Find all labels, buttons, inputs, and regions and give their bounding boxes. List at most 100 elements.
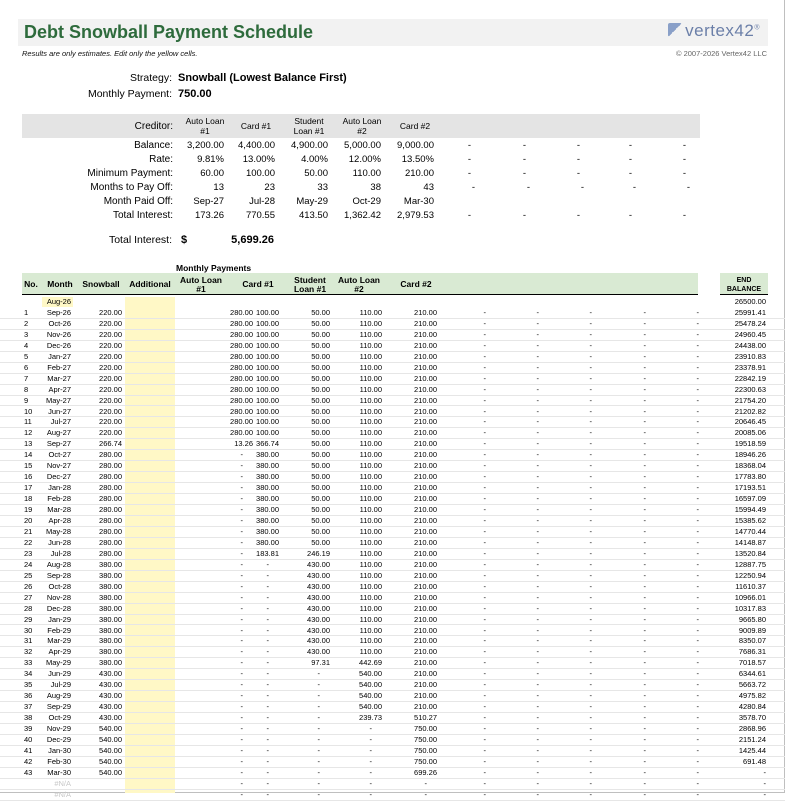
row-snowball: 280.00 [99,461,122,471]
creditor-min-payment-cell[interactable]: 210.00 [374,168,434,179]
row-number: 33 [24,658,33,668]
row-pay-student-loan-1: 430.00 [307,603,330,613]
row-empty-creditor: - [589,340,593,350]
creditor-rate-cell[interactable]: 13.50% [374,154,434,165]
vertex42-logo[interactable]: vertex42® [668,21,760,41]
creditor-row-label: Month Paid Off: [103,196,173,207]
creditor-interest-cell: 2,979.53 [397,210,434,221]
row-number: 42 [24,756,33,766]
empty-creditor-cell: - [632,182,636,193]
row-end-balance: 10966.01 [734,592,766,602]
monthly-payment-value[interactable]: 750.00 [178,88,212,100]
row-empty-creditor: - [643,461,647,471]
row-empty-creditor: - [696,461,700,471]
creditor-rate-cell[interactable]: 13.00% [215,154,275,165]
table-row: 33 May-29 380.00 - - 97.31 442.69 210.00 7018.57… [0,658,785,670]
row-pay-card-1: 183.81 [256,548,279,558]
row-empty-creditor: - [696,428,700,438]
row-pay-auto-loan-2: 110.00 [359,384,382,394]
creditor-min-payment-cell[interactable]: 100.00 [215,168,275,179]
row-pay-student-loan-1: 430.00 [307,614,330,624]
empty-creditor-cell: - [576,140,580,151]
row-pay-student-loan-1: - [317,756,321,766]
row-empty-creditor: - [483,351,487,361]
row-pay-card-2: 210.00 [414,494,437,504]
row-empty-creditor: - [643,373,647,383]
table-row: 9 May-27 220.00 280.00 100.00 50.00 110.00 210.… [0,396,785,407]
row-number: 31 [24,636,33,646]
row-month: Oct-26 [48,318,71,328]
row-pay-auto-loan-2: 110.00 [359,581,382,591]
row-empty-creditor: - [643,395,647,405]
row-snowball: 380.00 [99,592,122,602]
row-empty-creditor: - [536,636,540,646]
row-month: Feb-27 [47,362,71,372]
table-row: 29 Jan-29 380.00 - - 430.00 110.00 210.00 9665.8… [0,615,785,626]
row-pay-student-loan-1: - [317,669,321,679]
creditor-paid-off-cell: Oct-29 [352,196,381,207]
row-empty-creditor: - [696,494,700,504]
row-snowball: 430.00 [99,713,122,723]
row-empty-creditor: - [589,767,593,777]
row-empty-creditor: - [483,428,487,438]
row-end-balance: 20085.06 [734,428,766,438]
row-pay-card-2: 210.00 [414,461,437,471]
row-pay-auto-loan-2: 110.00 [359,439,382,449]
row-pay-card-2: - [424,778,428,788]
row-empty-creditor: - [536,713,540,723]
creditor-balance-cell[interactable]: 4,900.00 [268,140,328,151]
row-empty-creditor: - [483,691,487,701]
row-empty-creditor: - [483,735,487,744]
row-pay-card-1: 100.00 [256,329,279,339]
row-pay-student-loan-1: 430.00 [307,570,330,580]
start-month[interactable]: Aug-26 [42,297,71,308]
row-empty-creditor: - [696,592,700,602]
creditor-name-header: Student Loan #1 [284,116,334,136]
strategy-select[interactable]: Snowball (Lowest Balance First) [178,72,347,84]
creditor-min-payment-cell[interactable]: 50.00 [268,168,328,179]
row-pay-student-loan-1: 50.00 [311,329,330,339]
row-number: 19 [24,505,33,515]
creditor-rate-cell[interactable]: 12.00% [321,154,381,165]
row-snowball: 380.00 [99,636,122,646]
row-pay-card-2: 210.00 [414,559,437,569]
row-empty-creditor: - [483,537,487,547]
row-month: Dec-27 [46,472,71,482]
row-pay-card-1: 380.00 [256,537,279,547]
row-empty-creditor: - [643,614,647,624]
creditor-rate-cell[interactable]: 4.00% [268,154,328,165]
row-month: Jun-29 [48,669,71,679]
row-month: Jan-30 [48,745,71,755]
row-empty-creditor: - [536,526,540,536]
table-row: 24 Aug-28 380.00 - - 430.00 110.00 210.00 12887.… [0,560,785,571]
row-number: 18 [24,494,33,504]
row-number: 17 [24,483,33,493]
row-pay-card-2: 210.00 [414,669,437,679]
row-pay-auto-loan-2: 110.00 [359,494,382,504]
row-pay-card-2: 210.00 [414,318,437,328]
row-month: Apr-29 [48,647,71,657]
row-empty-creditor: - [483,647,487,657]
empty-creditor-cell: - [471,182,475,193]
row-empty-creditor: - [536,559,540,569]
row-empty-creditor: - [643,329,647,339]
row-pay-student-loan-1: 50.00 [311,516,330,525]
row-number: 32 [24,647,33,657]
creditor-balance-cell[interactable]: 5,000.00 [321,140,381,151]
row-pay-card-1: 380.00 [256,516,279,525]
table-row: 7 Mar-27 220.00 280.00 100.00 50.00 110.00 210.… [0,374,785,385]
creditor-min-payment-cell[interactable]: 110.00 [321,168,381,179]
row-month: Nov-28 [46,592,71,602]
row-pay-auto-loan-2: 110.00 [359,516,382,525]
creditor-balance-cell[interactable]: 9,000.00 [374,140,434,151]
creditor-balance-cell[interactable]: 4,400.00 [215,140,275,151]
row-pay-card-2: 210.00 [414,581,437,591]
row-empty-creditor: - [483,373,487,383]
row-empty-creditor: - [483,559,487,569]
row-empty-creditor: - [696,548,700,558]
row-end-balance: 21202.82 [734,406,766,416]
row-pay-student-loan-1: - [317,680,321,690]
row-pay-auto-loan-2: - [369,756,373,766]
row-end-balance: 2151.24 [738,735,766,744]
schedule-creditor-header: Card #1 [232,280,284,289]
